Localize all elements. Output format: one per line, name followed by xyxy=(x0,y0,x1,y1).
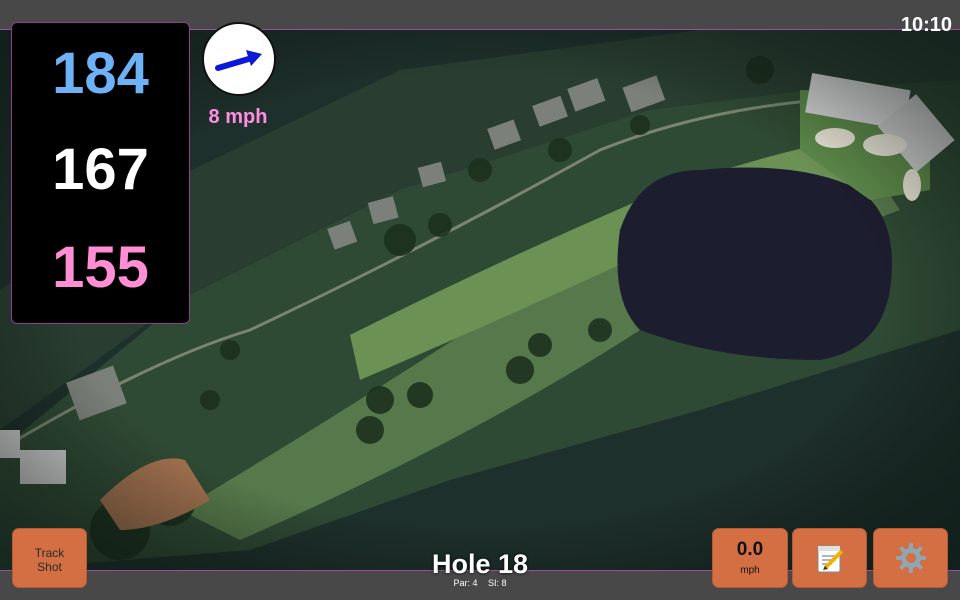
speed-value: 0.0 xyxy=(736,539,764,560)
hole-stroke-index: SI: 8 xyxy=(488,578,507,588)
hole-meta: Par: 4 SI: 8 xyxy=(380,578,580,588)
track-shot-label-line-1: Track xyxy=(34,546,65,560)
hole-par: Par: 4 xyxy=(453,578,478,588)
front-of-green-distance: 155 xyxy=(52,235,149,300)
hole-title: Hole 18 xyxy=(431,549,529,579)
scorecard-notes-button[interactable] xyxy=(792,528,867,588)
track-shot-label-line-2: Shot xyxy=(37,560,62,574)
notepad-icon xyxy=(817,545,843,573)
wind-direction-indicator xyxy=(202,22,276,96)
settings-button[interactable] xyxy=(873,528,948,588)
track-shot-button[interactable]: Track Shot xyxy=(12,528,87,588)
wind-speed-label: 8 mph xyxy=(208,106,268,128)
middle-of-green-distance: 167 xyxy=(52,137,149,202)
speed-unit: mph xyxy=(740,565,760,576)
back-of-green-distance: 184 xyxy=(52,41,149,106)
gear-icon xyxy=(895,543,926,573)
distance-panel: 184 167 155 xyxy=(11,22,190,324)
status-clock: 10:10 xyxy=(900,14,952,36)
speed-button[interactable]: 0.0 mph xyxy=(712,528,788,588)
arrow-icon xyxy=(215,50,262,71)
